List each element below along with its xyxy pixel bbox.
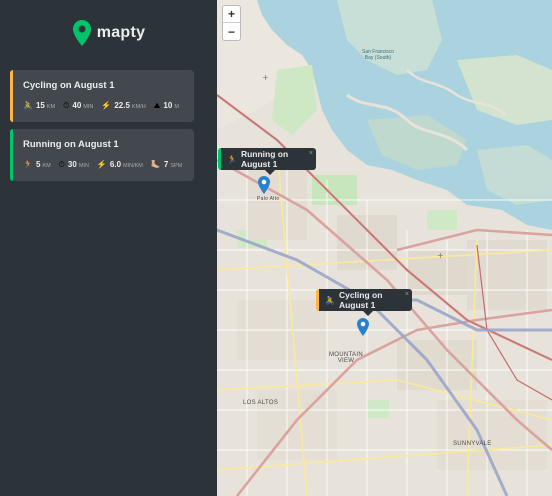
map[interactable]: + + + − San Francisco Bay (South) Palo A… — [217, 0, 552, 496]
mountain-view-label: MOUNTAIN VIEW — [329, 352, 363, 364]
bay-label-line-2: Bay (South) — [364, 55, 392, 61]
popup-text: Cycling on August 1 — [338, 290, 383, 310]
workout-detail-speed: ⚡️ 22.5 KM/H — [101, 101, 145, 110]
workout-detail-duration: ⏱ 30 MIN — [59, 160, 89, 170]
bike-icon: 🚴 — [325, 295, 335, 305]
popup-text: Running on August 1 — [240, 149, 289, 169]
duration-unit: MIN — [83, 104, 94, 110]
mountain-view-label-line-2: VIEW — [337, 358, 355, 364]
distance-unit: KM — [46, 104, 56, 110]
pace-value: 6.0 — [109, 160, 122, 169]
close-icon[interactable]: × — [309, 150, 313, 157]
workout-detail-elevation: ⛰ 10 M — [154, 101, 179, 111]
elevation-unit: M — [174, 104, 179, 110]
sidebar: mapty Cycling on August 1 🚴 15 KM ⏱ 40 M… — [0, 0, 217, 496]
workout-detail-duration: ⏱ 40 MIN — [63, 101, 93, 111]
map-marker-running-icon[interactable] — [258, 176, 270, 194]
lightning-icon: ⚡️ — [101, 101, 112, 110]
los-altos-label: LOS ALTOS — [243, 400, 279, 406]
workout-title: Running on August 1 — [23, 139, 119, 150]
workout-popup-cycling[interactable]: 🚴 Cycling on August 1 × — [316, 289, 412, 316]
distance-unit: KM — [42, 163, 51, 169]
map-marker-cycling-icon[interactable] — [357, 318, 369, 336]
duration-unit: MIN — [78, 163, 89, 169]
runner-icon: 🏃 — [227, 154, 237, 164]
speed-unit: KM/H — [131, 104, 146, 110]
bay-label: San Francisco Bay (South) — [362, 49, 394, 61]
distance-value: 5 — [35, 160, 41, 169]
workout-item-running[interactable]: Running on August 1 🏃 5 KM ⏱ 30 MIN ⚡️ 6… — [10, 129, 194, 181]
lightning-icon: ⚡️ — [96, 160, 107, 169]
map-tiles[interactable]: + + — [217, 0, 552, 496]
duration-value: 30 — [67, 160, 77, 169]
duration-value: 40 — [72, 101, 82, 110]
location-pin-logo-icon — [72, 20, 91, 46]
bike-icon: 🚴 — [23, 101, 33, 110]
palo-alto-label: Palo Alto — [257, 196, 280, 202]
workout-item-cycling[interactable]: Cycling on August 1 🚴 15 KM ⏱ 40 MIN ⚡️ … — [10, 70, 194, 122]
cadence-unit: SPM — [170, 163, 183, 169]
mountain-icon: ⛰ — [153, 101, 161, 110]
elevation-value: 10 — [163, 101, 173, 110]
sunnyvale-label: SUNNYVALE — [453, 441, 492, 447]
footprint-icon: 🦶🏼 — [150, 160, 161, 169]
workout-detail-cadence: 🦶🏼 7 SPM — [151, 160, 182, 169]
stopwatch-icon: ⏱ — [58, 160, 65, 169]
workout-title: Cycling on August 1 — [23, 80, 115, 91]
zoom-out-button[interactable]: − — [223, 23, 240, 40]
svg-text:+: + — [437, 251, 444, 260]
runner-icon: 🏃 — [23, 160, 33, 169]
workout-detail-pace: ⚡️ 6.0 MIN/KM — [97, 160, 143, 169]
app-name: mapty — [96, 24, 146, 41]
cadence-value: 7 — [163, 160, 169, 169]
logo: mapty — [24, 18, 194, 48]
distance-value: 15 — [35, 101, 45, 110]
pace-unit: MIN/KM — [123, 163, 143, 169]
workout-popup-running[interactable]: 🏃 Running on August 1 × — [218, 148, 316, 175]
close-icon[interactable]: × — [405, 291, 409, 298]
workout-detail-distance: 🚴 15 KM — [23, 101, 55, 110]
speed-value: 22.5 — [114, 101, 130, 110]
svg-text:+: + — [262, 73, 269, 82]
zoom-control: + − — [222, 5, 241, 41]
zoom-in-button[interactable]: + — [223, 6, 240, 23]
workout-detail-distance: 🏃 5 KM — [23, 160, 51, 169]
stopwatch-icon: ⏱ — [63, 101, 70, 110]
